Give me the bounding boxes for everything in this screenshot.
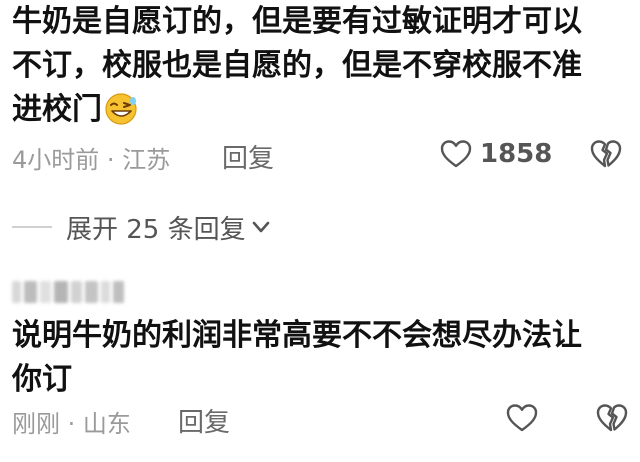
- divider: [12, 226, 52, 228]
- reply-button[interactable]: 回复: [178, 402, 230, 439]
- comment-text-line: 不订，校服也是自愿的，但是不穿校服不准: [12, 48, 582, 83]
- chevron-down-icon: [250, 216, 272, 238]
- pixel-block: [71, 281, 83, 303]
- like-button[interactable]: [506, 398, 538, 438]
- pixel-block: [85, 281, 98, 303]
- comment-location: 山东: [82, 410, 131, 438]
- broken-heart-icon: [596, 404, 628, 432]
- like-count: 1858: [480, 139, 553, 169]
- username-obscured[interactable]: [12, 276, 124, 308]
- comment-meta-row: 4小时前 · 江苏 回复 1858: [12, 134, 628, 174]
- comment-time: 4小时前: [12, 146, 100, 174]
- comment-text-line: 说明牛奶的利润非常高要不不会想尽办法让: [12, 318, 582, 353]
- broken-heart-icon: [590, 140, 622, 168]
- pixel-block: [12, 281, 22, 303]
- comment-meta: 4小时前 · 江苏: [12, 140, 170, 175]
- pixel-block: [100, 281, 111, 303]
- comment-meta: 刚刚 · 山东: [12, 404, 131, 439]
- pixel-block: [113, 281, 124, 303]
- like-button[interactable]: 1858: [440, 134, 552, 174]
- comment-location: 江苏: [122, 146, 171, 174]
- heart-outline-icon: [506, 404, 538, 432]
- expand-replies-label: 展开 25 条回复: [66, 214, 246, 245]
- comment-text-segment: 进校门: [12, 92, 102, 127]
- dislike-button[interactable]: [592, 398, 632, 438]
- comment-text: 说明牛奶的利润非常高要不不会想尽办法让 你订: [12, 314, 628, 402]
- meta-separator: ·: [67, 410, 76, 438]
- dislike-button[interactable]: [586, 134, 626, 174]
- heart-outline-icon: [440, 140, 472, 168]
- laughing-emoji-icon: [105, 93, 137, 125]
- comment-text-line: 牛奶是自愿订的，但是要有过敏证明才可以: [12, 4, 582, 39]
- pixel-block: [53, 281, 69, 303]
- meta-separator: ·: [106, 146, 115, 174]
- comment-meta-row: 刚刚 · 山东 回复: [12, 398, 628, 438]
- comment-text-line: 你订: [12, 362, 72, 397]
- expand-replies-button[interactable]: 展开 25 条回复: [12, 205, 272, 249]
- comment-text: 牛奶是自愿订的，但是要有过敏证明才可以 不订，校服也是自愿的，但是不穿校服不准 …: [12, 0, 628, 132]
- pixel-block: [39, 281, 51, 303]
- pixel-block: [24, 281, 37, 303]
- comment-text-line: 进校门: [12, 88, 628, 132]
- reply-button[interactable]: 回复: [222, 138, 274, 175]
- comment-time: 刚刚: [12, 410, 60, 438]
